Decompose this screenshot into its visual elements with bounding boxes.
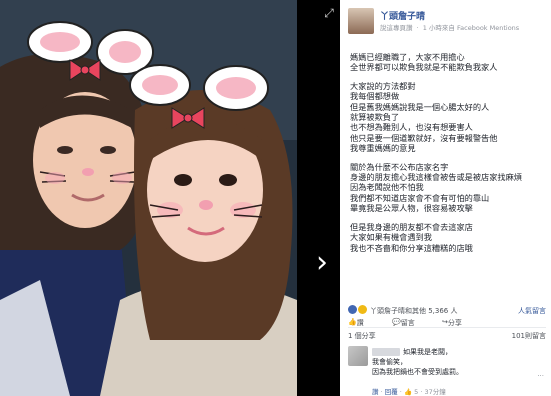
post-paragraph: 大家說的方法都對 我每個都想做 但是舊我媽媽說我是一個心腸太好的人 就算被欺負了… xyxy=(350,81,546,154)
post-paragraph: 但是我身邊的朋友都不會去這家店 大家如果有機會遇到我 我也不吝嗇和你分享這糟糕的… xyxy=(350,222,546,253)
post-line: 我每個都想做 xyxy=(350,91,400,102)
post-paragraph: 媽媽已經離職了，大家不用擔心 全世界都可以欺負我就是不能欺負我家人 xyxy=(350,52,546,73)
comment: 如果我是老闆， 我會偷笑， 因為我把鍋也不會受到處罰。 ... 讚 · 回覆 ·… xyxy=(348,346,546,396)
share-row: 1 個分享 101則留言 xyxy=(348,327,546,341)
comment-count[interactable]: 101則留言 xyxy=(512,331,546,341)
comment-reaction-count[interactable]: 5 xyxy=(414,388,418,396)
via-link[interactable]: Facebook Mentions xyxy=(457,24,519,32)
post-meta: 說這專頁讚 · 1 小時來自 Facebook Mentions xyxy=(380,22,519,32)
post-line: 大家說的方法都對 xyxy=(350,80,416,91)
post-line: 就算被欺負了 xyxy=(350,112,400,123)
author-role[interactable]: 說這專頁讚 xyxy=(380,24,413,32)
haha-reaction-icon xyxy=(358,305,367,314)
share-count[interactable]: 1 個分享 xyxy=(348,331,376,341)
commenter-avatar[interactable] xyxy=(348,346,368,366)
page-name-link[interactable]: 丫頭詹子晴 xyxy=(380,9,425,22)
like-reaction-icon xyxy=(348,305,357,314)
comment-like-icon: 👍 xyxy=(403,388,413,396)
post-line: 我尊重媽媽的意見 xyxy=(350,143,416,154)
post-header: 丫頭詹子晴 說這專頁讚 · 1 小時來自 Facebook Mentions xyxy=(348,8,548,40)
comment-body: 如果我是老闆， 我會偷笑， 因為我把鍋也不會受到處罰。 xyxy=(372,347,546,377)
post-time[interactable]: 1 小時來自 xyxy=(423,24,455,32)
expand-icon[interactable]: ⤢ xyxy=(322,6,336,20)
meta-separator: · xyxy=(416,24,419,32)
comment-reply-button[interactable]: 回覆 xyxy=(385,388,398,396)
post-line: 但是我身邊的朋友都不會去這家店 xyxy=(350,221,473,232)
post-text: 媽媽已經離職了，大家不用擔心 全世界都可以欺負我就是不能欺負我家人 大家說的方法… xyxy=(350,52,546,261)
post-side-panel: 丫頭詹子晴 說這專頁讚 · 1 小時來自 Facebook Mentions 媽… xyxy=(340,0,551,396)
post-line: 我也不吝嗇和你分享這糟糕的店哦 xyxy=(350,242,473,253)
post-line: 畢竟我是公眾人物，很容易被攻擊 xyxy=(350,203,473,214)
comment-line: 如果我是老闆， xyxy=(403,348,452,356)
top-comments-filter[interactable]: 人氣留言 xyxy=(518,306,546,316)
share-button[interactable]: ↪ 分享 xyxy=(442,318,462,327)
reaction-icons[interactable] xyxy=(348,305,368,314)
post-line: 身邊的朋友擔心我這樣會被告或是被店家找麻煩 xyxy=(350,172,522,183)
post-line: 大家如果有機會遇到我 xyxy=(350,232,432,243)
post-line: 他只是要一個道歉就好，沒有要報警告他 xyxy=(350,132,498,143)
comment-time[interactable]: 37分鐘 xyxy=(424,388,445,396)
post-line: 關於為什麼不公布店家名字 xyxy=(350,161,449,172)
comment-footer: 讚 · 回覆 · 👍 5 · 37分鐘 xyxy=(372,386,446,396)
chevron-right-icon[interactable]: › xyxy=(310,248,334,280)
post-line: 媽媽已經離職了，大家不用擔心 xyxy=(350,52,465,62)
post-line: 我們都不知道店家會不會有可怕的靠山 xyxy=(350,192,490,203)
avatar[interactable] xyxy=(348,8,374,34)
post-line: 因為老闆說他不怕我 xyxy=(350,182,424,193)
post-paragraph: 關於為什麼不公布店家名字 身邊的朋友擔心我這樣會被告或是被店家找麻煩 因為老闆說… xyxy=(350,162,546,214)
commenter-name[interactable] xyxy=(372,348,400,356)
post-line: 也不想為難別人，也沒有想要害人 xyxy=(350,122,473,133)
photo-illustration xyxy=(0,0,297,396)
comment-line: 因為我把鍋也不會受到處罰。 xyxy=(372,368,463,376)
post-photo[interactable] xyxy=(0,0,297,396)
reactions-bar: 丫頭詹子晴和其他 5,366 人 人氣留言 xyxy=(348,305,546,317)
comment-button[interactable]: 💬 留言 xyxy=(392,318,415,327)
post-line: 全世界都可以欺負我就是不能欺負我家人 xyxy=(350,62,498,73)
like-button[interactable]: 👍 讚 xyxy=(348,318,364,327)
comment-more[interactable]: ... xyxy=(537,370,544,378)
photo-viewer: ⤢ › xyxy=(0,0,340,396)
comment-like-button[interactable]: 讚 xyxy=(372,388,379,396)
reactions-summary[interactable]: 丫頭詹子晴和其他 5,366 人 xyxy=(370,306,458,316)
post-line: 但是舊我媽媽說我是一個心腸太好的人 xyxy=(350,101,490,112)
comment-line: 我會偷笑， xyxy=(372,358,407,366)
